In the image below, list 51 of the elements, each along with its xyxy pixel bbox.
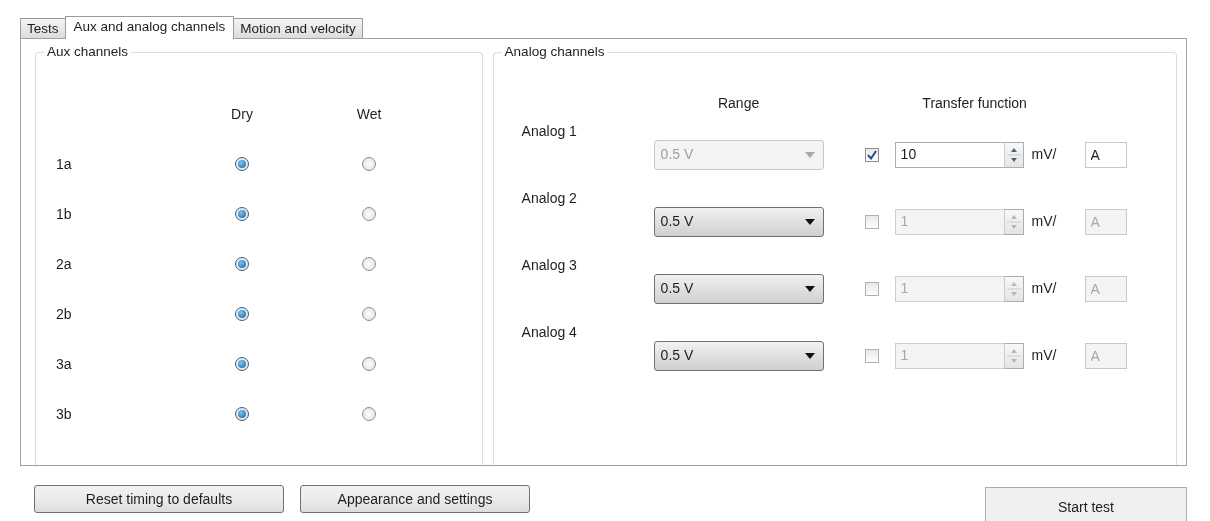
tab[interactable]: Motion and velocity <box>233 18 363 38</box>
radio-button[interactable] <box>235 407 249 421</box>
dropdown[interactable]: 0.5 V <box>653 340 824 371</box>
caret-icon <box>804 285 815 292</box>
row-label: 1a <box>56 154 73 174</box>
dropdown[interactable]: 0.5 V <box>653 273 824 304</box>
row-label: 2a <box>56 254 73 274</box>
row-label: 2b <box>56 304 73 324</box>
caret-icon <box>804 218 815 225</box>
unit-label: mV/ <box>1030 145 1058 164</box>
radio-button[interactable] <box>362 307 376 321</box>
row-label: Analog 2 <box>521 189 578 208</box>
row-label: 3b <box>56 404 73 424</box>
dropdown[interactable]: 0.5 V <box>653 206 824 237</box>
checkbox[interactable] <box>864 147 879 162</box>
button[interactable]: Start test <box>985 487 1187 521</box>
checkbox[interactable] <box>864 214 879 229</box>
caret-icon <box>804 151 815 158</box>
unit-label: mV/ <box>1030 279 1058 298</box>
radio-button[interactable] <box>362 407 376 421</box>
check-icon <box>866 149 877 160</box>
column-header: Wet <box>355 104 383 124</box>
radio-button[interactable] <box>235 157 249 171</box>
checkbox[interactable] <box>864 281 879 296</box>
radio-button[interactable] <box>362 157 376 171</box>
tab[interactable]: Aux and analog channels <box>64 16 235 39</box>
column-header: Transfer function <box>921 93 1028 113</box>
row-label: Analog 3 <box>521 256 578 275</box>
tab[interactable]: Tests <box>20 18 66 38</box>
number-field[interactable]: 10 <box>894 141 1004 168</box>
unit-label: mV/ <box>1030 346 1058 365</box>
spin-buttons[interactable] <box>1003 141 1024 168</box>
button[interactable]: Appearance and settings <box>300 485 530 513</box>
caret-icon <box>804 352 815 359</box>
row-label: Analog 1 <box>521 122 578 141</box>
radio-button[interactable] <box>362 357 376 371</box>
row-label: 1b <box>56 204 73 224</box>
radio-button[interactable] <box>362 207 376 221</box>
column-header: Range <box>716 93 761 113</box>
radio-button[interactable] <box>235 307 249 321</box>
radio-button[interactable] <box>235 257 249 271</box>
radio-button[interactable] <box>362 257 376 271</box>
unit-field[interactable]: A <box>1084 141 1127 168</box>
radio-button[interactable] <box>235 357 249 371</box>
checkbox[interactable] <box>864 348 879 363</box>
unit-label: mV/ <box>1030 212 1058 231</box>
radio-button[interactable] <box>235 207 249 221</box>
button[interactable]: Reset timing to defaults <box>34 485 284 513</box>
row-label: 3a <box>56 354 73 374</box>
row-label: Analog 4 <box>521 323 578 342</box>
column-header: Dry <box>230 104 254 124</box>
